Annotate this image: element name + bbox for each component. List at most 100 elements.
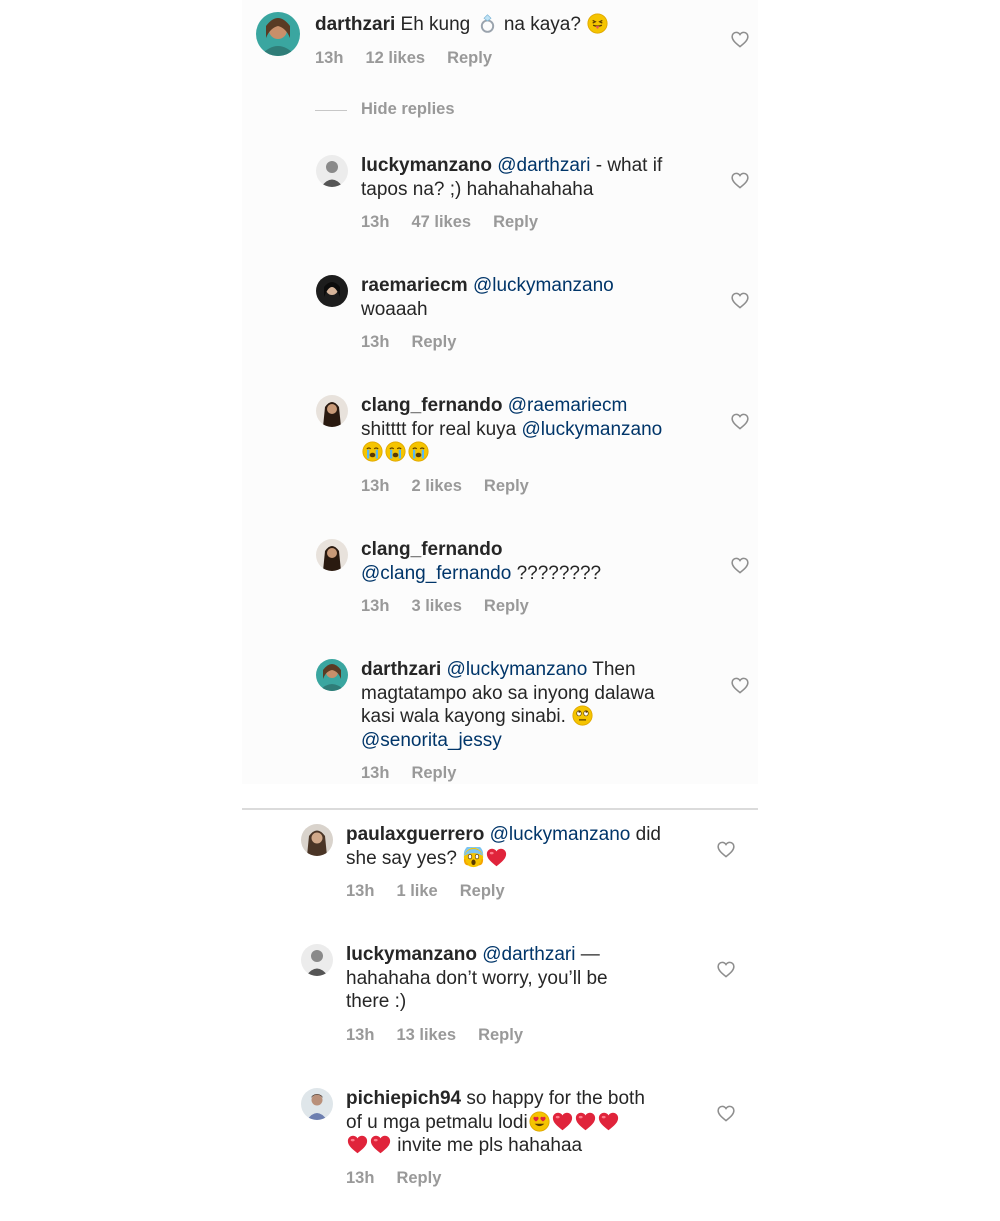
like-heart-icon[interactable]: [717, 1105, 735, 1122]
comment-meta: 13h 47 likes Reply: [361, 213, 538, 232]
avatar[interactable]: [316, 155, 348, 187]
comment-text: paulaxguerrero @luckymanzano did she say…: [346, 823, 661, 870]
comment-meta: 13h 1 like Reply: [346, 882, 505, 901]
avatar[interactable]: [301, 944, 333, 976]
username[interactable]: luckymanzano: [346, 944, 477, 965]
comment-body-text: there :): [346, 991, 407, 1012]
ring-emoji: [477, 13, 498, 34]
like-heart-icon[interactable]: [717, 961, 735, 978]
comment-body-text: woaaah: [361, 298, 428, 320]
reply-text: darthzari @luckymanzano Then magtatampo …: [361, 658, 655, 752]
reply-text: clang_fernando @raemariecm shitttt for r…: [361, 394, 662, 465]
reply-button[interactable]: Reply: [493, 213, 538, 231]
red-heart-emoji: [552, 1111, 573, 1132]
comment-body-text: invite me pls hahahaa: [397, 1135, 583, 1156]
mention-link[interactable]: @luckymanzano: [447, 659, 588, 680]
like-heart-icon[interactable]: [731, 413, 749, 430]
mention-link[interactable]: @luckymanzano: [490, 824, 631, 845]
like-heart-icon[interactable]: [731, 172, 749, 189]
avatar[interactable]: [301, 824, 333, 856]
red-heart-emoji: [486, 847, 507, 868]
timestamp: 13h: [361, 213, 390, 231]
like-heart-icon[interactable]: [731, 31, 749, 48]
comment-body-text: —: [580, 944, 600, 965]
reply-button[interactable]: Reply: [411, 764, 456, 782]
username[interactable]: raemariecm: [361, 275, 468, 296]
avatar[interactable]: [316, 659, 348, 691]
reply-text: raemariecm @luckymanzano woaaah: [361, 274, 614, 321]
heart-eyes-emoji: [529, 1111, 550, 1132]
comment-body-text: she say yes?: [346, 847, 457, 869]
timestamp: 13h: [346, 1169, 375, 1187]
mention-link[interactable]: @darthzari: [482, 944, 575, 965]
like-heart-icon[interactable]: [731, 677, 749, 694]
avatar[interactable]: [316, 539, 348, 571]
avatar[interactable]: [316, 275, 348, 307]
comment-body-text: kasi wala kayong sinabi.: [361, 706, 566, 727]
likes-count[interactable]: 1 like: [396, 882, 437, 900]
timestamp: 13h: [315, 49, 344, 67]
comment-meta: 13h 2 likes Reply: [361, 477, 529, 496]
username[interactable]: clang_fernando: [361, 539, 502, 560]
reply-button[interactable]: Reply: [478, 1026, 523, 1044]
reply-button[interactable]: Reply: [484, 597, 529, 615]
panel-divider: [242, 808, 758, 810]
timestamp: 13h: [361, 597, 390, 615]
username[interactable]: luckymanzano: [361, 155, 492, 176]
comment-body-text: - what if: [595, 155, 663, 176]
reply-button[interactable]: Reply: [460, 882, 505, 900]
like-heart-icon[interactable]: [731, 557, 749, 574]
likes-count[interactable]: 12 likes: [365, 49, 425, 67]
mention-link[interactable]: @darthzari: [497, 155, 590, 176]
likes-count[interactable]: 47 likes: [411, 213, 471, 231]
username[interactable]: paulaxguerrero: [346, 824, 484, 845]
comment-text: luckymanzano @darthzari — hahahaha don’t…: [346, 943, 608, 1014]
comment-body-text: hahahaha don’t worry, you’ll be: [346, 967, 608, 989]
reply-text: luckymanzano @darthzari - what if tapos …: [361, 154, 662, 201]
comment-meta: 13h 13 likes Reply: [346, 1026, 523, 1045]
mention-link[interactable]: @luckymanzano: [522, 419, 663, 440]
comment-meta: 13h Reply: [346, 1169, 441, 1188]
like-heart-icon[interactable]: [717, 841, 735, 858]
timestamp: 13h: [346, 1026, 375, 1044]
reply-button[interactable]: Reply: [411, 333, 456, 351]
comment-meta: 13h 3 likes Reply: [361, 597, 529, 616]
comment-body-text: did: [635, 824, 661, 845]
likes-count[interactable]: 3 likes: [411, 597, 461, 615]
comment-body-text: of u mga petmalu lodi: [346, 1111, 528, 1133]
mention-link[interactable]: @luckymanzano: [473, 275, 614, 296]
comment-body-text: Then: [592, 659, 636, 680]
red-heart-emoji: [598, 1111, 619, 1132]
hide-replies-button[interactable]: Hide replies: [361, 100, 455, 119]
mention-link[interactable]: @senorita_jessy: [361, 730, 502, 751]
username[interactable]: darthzari: [361, 659, 441, 680]
likes-count[interactable]: 13 likes: [396, 1026, 456, 1044]
like-heart-icon[interactable]: [731, 292, 749, 309]
crying-face-emoji: [385, 441, 406, 462]
username[interactable]: darthzari: [315, 14, 395, 35]
reply-text: clang_fernando @clang_fernando ????????: [361, 538, 601, 585]
comment-body-text: tapos na? ;) hahahahahaha: [361, 178, 594, 200]
avatar[interactable]: [256, 12, 300, 56]
comment-body-text: na kaya?: [503, 14, 581, 35]
timestamp: 13h: [346, 882, 375, 900]
username[interactable]: pichiepich94: [346, 1088, 461, 1109]
avatar[interactable]: [316, 395, 348, 427]
timestamp: 13h: [361, 477, 390, 495]
hide-replies-divider: [315, 110, 347, 111]
reply-button[interactable]: Reply: [396, 1169, 441, 1187]
scream-emoji: [463, 846, 484, 868]
comment-meta: 13h 12 likes Reply: [315, 49, 492, 68]
tongue-face-emoji: [587, 13, 608, 34]
crying-face-emoji: [408, 441, 429, 462]
comment-body-text: Eh kung: [400, 14, 471, 35]
reply-button[interactable]: Reply: [484, 477, 529, 495]
username[interactable]: clang_fernando: [361, 395, 502, 416]
mention-link[interactable]: @raemariecm: [508, 395, 628, 416]
reply-button[interactable]: Reply: [447, 49, 492, 67]
mention-link[interactable]: @clang_fernando: [361, 563, 511, 584]
comment-meta: 13h Reply: [361, 764, 456, 783]
comment-body-text: magtatampo ako sa inyong dalawa: [361, 682, 655, 704]
avatar[interactable]: [301, 1088, 333, 1120]
likes-count[interactable]: 2 likes: [411, 477, 461, 495]
